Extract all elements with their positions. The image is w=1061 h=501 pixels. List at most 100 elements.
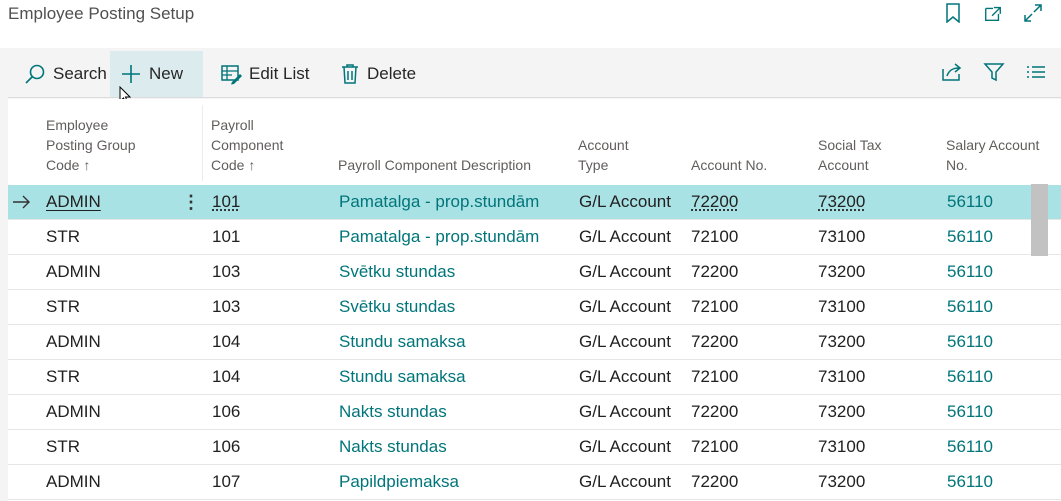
cell-account-type: G/L Account (579, 332, 671, 351)
cell-group-code: STR (46, 367, 80, 386)
cell-description[interactable]: Pamatalga - prop.stundām (339, 227, 539, 247)
cell-description[interactable]: Papildpiemaksa (339, 472, 459, 492)
cell-component-code: 107 (212, 472, 241, 491)
page-title: Employee Posting Setup (8, 4, 195, 23)
column-header-social-tax[interactable]: Social Tax Account (818, 135, 882, 175)
cell-account-no: 72200 (691, 332, 739, 351)
cell-component-code: 103 (212, 262, 241, 281)
column-header-account-type[interactable]: Account Type (578, 135, 629, 175)
cell-group-code: STR (46, 297, 80, 316)
list-view-icon[interactable] (1025, 62, 1047, 87)
column-divider[interactable] (202, 105, 203, 181)
cell-salary-account[interactable]: 56110 (947, 262, 993, 282)
cell-component-code: 104 (212, 332, 241, 351)
cell-description[interactable]: Stundu samaksa (339, 332, 466, 352)
trash-icon (342, 64, 358, 84)
table-row[interactable]: ADMIN 103 Svētku stundas G/L Account 72200 73… (8, 255, 1061, 290)
cell-description[interactable]: Nakts stundas (339, 402, 447, 422)
cell-account-type: G/L Account (579, 297, 671, 316)
cell-group-code: STR (46, 437, 80, 456)
cell-group-code: ADMIN (46, 332, 101, 351)
cell-account-no: 72200 (691, 262, 739, 281)
posting-setup-grid: Employee Posting Group Code ↑ Payroll Compo… (8, 99, 1061, 501)
table-row[interactable]: ADMIN 107 Papildpiemaksa G/L Account 72200 73… (8, 465, 1061, 500)
cell-social-tax: 73200 (818, 262, 866, 281)
table-row[interactable]: ⋮ ADMIN 101 Pamatalga - prop.stundām G/L Acc… (8, 185, 1061, 220)
cell-social-tax[interactable]: 73200 (818, 192, 865, 212)
column-header-account-no[interactable]: Account No. (691, 155, 767, 175)
search-label: Search (53, 64, 107, 83)
cell-salary-account[interactable]: 56110 (947, 472, 993, 492)
cell-account-type: G/L Account (579, 437, 671, 456)
table-row[interactable]: ADMIN 104 Stundu samaksa G/L Account 72200 73… (8, 325, 1061, 360)
action-bar: Search New Edit List Delete (8, 51, 1061, 98)
delete-label: Delete (367, 64, 417, 83)
cell-account-type: G/L Account (579, 262, 671, 281)
cell-salary-account[interactable]: 56110 (947, 227, 993, 247)
row-actions-menu-icon[interactable]: ⋮ (182, 192, 200, 213)
cell-account-no[interactable]: 72200 (691, 192, 738, 212)
cell-social-tax: 73100 (818, 227, 866, 246)
plus-icon (122, 65, 140, 83)
cell-social-tax: 73200 (818, 402, 866, 421)
cell-account-type: G/L Account (579, 472, 671, 491)
row-selected-arrow-icon (13, 195, 30, 209)
cell-social-tax: 73200 (818, 332, 866, 351)
cell-description[interactable]: Nakts stundas (339, 437, 447, 457)
cell-group-code: ADMIN (46, 472, 101, 491)
table-row[interactable]: STR 103 Svētku stundas G/L Account 72100 7310… (8, 290, 1061, 325)
cell-account-no: 72100 (691, 297, 739, 316)
column-header-component-code[interactable]: Payroll Component Code ↑ (211, 115, 283, 175)
table-row[interactable]: STR 104 Stundu samaksa G/L Account 72100 7310… (8, 360, 1061, 395)
cell-component-code[interactable]: 101 (212, 192, 240, 212)
vertical-scrollbar[interactable] (1031, 184, 1048, 256)
cell-account-no: 72100 (691, 437, 739, 456)
column-header-salary-account[interactable]: Salary Account No. (946, 135, 1039, 175)
cell-salary-account[interactable]: 56110 (947, 297, 993, 317)
cell-group-code: STR (46, 227, 80, 246)
cell-social-tax: 73100 (818, 367, 866, 386)
cell-component-code: 103 (212, 297, 241, 316)
cell-description[interactable]: Svētku stundas (339, 297, 455, 317)
table-row[interactable]: STR 106 Nakts stundas G/L Account 72100 73100… (8, 430, 1061, 465)
edit-list-button[interactable]: Edit List (210, 51, 319, 97)
cell-group-code[interactable]: ADMIN (46, 192, 101, 212)
search-icon (25, 64, 45, 84)
cell-account-no: 72100 (691, 227, 739, 246)
bookmark-icon[interactable] (943, 2, 963, 24)
expand-icon[interactable] (1023, 2, 1043, 24)
title-bar: Employee Posting Setup (0, 0, 1061, 48)
cell-description[interactable]: Stundu samaksa (339, 367, 466, 387)
filter-icon[interactable] (983, 61, 1005, 88)
cell-salary-account[interactable]: 56110 (947, 402, 993, 422)
cell-salary-account[interactable]: 56110 (947, 192, 993, 212)
cell-component-code: 101 (212, 227, 241, 246)
share-icon[interactable] (941, 62, 963, 87)
cell-description[interactable]: Svētku stundas (339, 262, 455, 282)
cell-salary-account[interactable]: 56110 (947, 367, 993, 387)
cell-salary-account[interactable]: 56110 (947, 332, 993, 352)
cell-social-tax: 73100 (818, 437, 866, 456)
cell-description[interactable]: Pamatalga - prop.stundām (339, 192, 539, 212)
table-row[interactable]: ADMIN 106 Nakts stundas G/L Account 72200 732… (8, 395, 1061, 430)
table-row[interactable]: STR 101 Pamatalga - prop.stundām G/L Accoun… (8, 220, 1061, 255)
cell-social-tax: 73200 (818, 472, 866, 491)
column-header-description[interactable]: Payroll Component Description (338, 155, 531, 175)
grid-header: Employee Posting Group Code ↑ Payroll Compo… (8, 99, 1061, 185)
search-button[interactable]: Search (14, 51, 117, 97)
new-label: New (149, 64, 184, 83)
cell-account-type: G/L Account (579, 402, 671, 421)
toolbar-right-actions (941, 51, 1047, 97)
cell-account-type[interactable]: G/L Account (579, 192, 671, 212)
cell-component-code: 104 (212, 367, 241, 386)
cell-account-no: 72200 (691, 472, 739, 491)
column-header-group-code[interactable]: Employee Posting Group Code ↑ (46, 115, 136, 175)
cell-account-type: G/L Account (579, 367, 671, 386)
cell-account-no: 72200 (691, 402, 739, 421)
delete-button[interactable]: Delete (330, 51, 426, 97)
open-new-window-icon[interactable] (983, 2, 1003, 24)
edit-list-icon (221, 65, 242, 85)
title-actions (943, 2, 1043, 24)
cell-salary-account[interactable]: 56110 (947, 437, 993, 457)
cell-account-no: 72100 (691, 367, 739, 386)
